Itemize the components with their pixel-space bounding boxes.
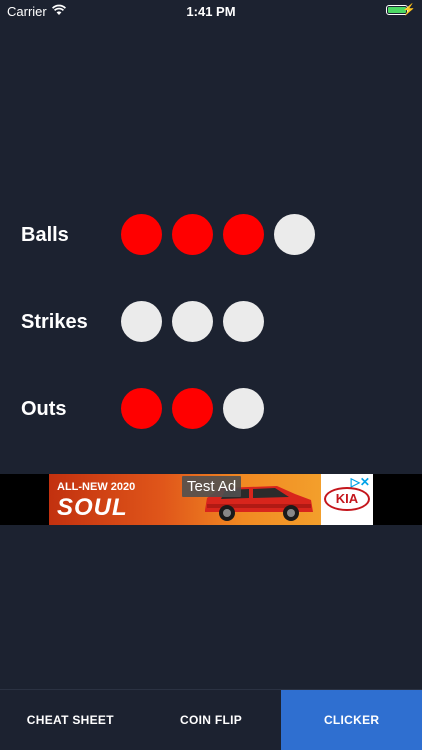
balls-dots xyxy=(121,214,315,255)
balls-dot-2[interactable] xyxy=(172,214,213,255)
strikes-dot-1[interactable] xyxy=(121,301,162,342)
tab-clicker[interactable]: CLICKER xyxy=(281,690,422,750)
ad-tagline: ALL-NEW 2020 xyxy=(57,481,136,493)
strikes-dot-3[interactable] xyxy=(223,301,264,342)
tab-coin-flip[interactable]: COIN FLIP xyxy=(141,690,282,750)
outs-label: Outs xyxy=(21,398,67,420)
test-ad-label: Test Ad xyxy=(182,476,242,497)
strikes-dots xyxy=(121,301,264,342)
bottom-tab-bar: CHEAT SHEET COIN FLIP CLICKER xyxy=(0,689,422,750)
ad-model-name: SOUL xyxy=(57,494,128,521)
status-time: 1:41 PM xyxy=(186,4,236,19)
balls-dot-3[interactable] xyxy=(223,214,264,255)
balls-dot-4[interactable] xyxy=(274,214,315,255)
ad-logo-area: ▷✕ KIA xyxy=(321,474,373,525)
balls-label: Balls xyxy=(21,224,69,246)
kia-logo: KIA xyxy=(324,487,370,511)
strikes-label: Strikes xyxy=(21,311,88,333)
outs-dot-1[interactable] xyxy=(121,388,162,429)
charging-icon: ⚡ xyxy=(402,4,416,16)
outs-dot-2[interactable] xyxy=(172,388,213,429)
strikes-dot-2[interactable] xyxy=(172,301,213,342)
tab-cheat-sheet[interactable]: CHEAT SHEET xyxy=(0,690,141,750)
outs-dots xyxy=(121,388,264,429)
balls-row: Balls xyxy=(0,214,422,256)
balls-dot-1[interactable] xyxy=(121,214,162,255)
outs-dot-3[interactable] xyxy=(223,388,264,429)
strikes-row: Strikes xyxy=(0,301,422,343)
outs-row: Outs xyxy=(0,388,422,430)
status-bar: Carrier 1:41 PM ⚡ xyxy=(0,0,422,22)
